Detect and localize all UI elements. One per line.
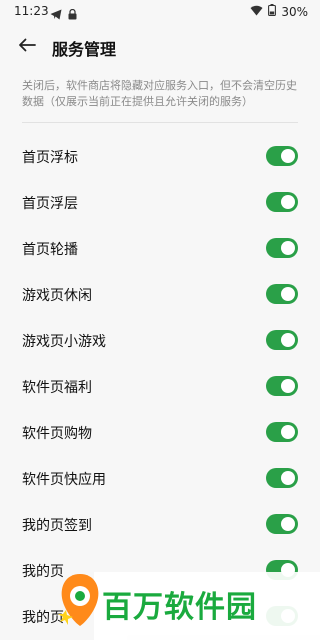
battery-percent: 30% [281,4,308,19]
battery-icon [268,4,277,19]
setting-label: 软件页购物 [22,426,92,442]
toggle-switch[interactable] [266,238,298,258]
setting-row: 首页浮层 [0,180,320,226]
arrow-left-icon [18,37,36,56]
setting-row: 游戏页小游戏 [0,318,320,364]
setting-label: 首页轮播 [22,242,78,258]
toggle-knob [281,149,295,163]
watermark-logo-icon [54,570,106,632]
setting-label: 游戏页休闲 [22,288,92,304]
toggle-switch[interactable] [266,146,298,166]
toggle-knob [281,195,295,209]
watermark: 百万软件园 [54,568,320,640]
setting-row: 软件页快应用 [0,456,320,502]
setting-row: 软件页购物 [0,410,320,456]
watermark-text: 百万软件园 [102,590,257,625]
status-icons-left [50,5,77,24]
back-button[interactable] [14,34,40,58]
setting-row: 首页浮标 [0,134,320,180]
toggle-knob [281,333,295,347]
toggle-knob [281,471,295,485]
setting-label: 首页浮层 [22,196,78,212]
setting-label: 我的页签到 [22,518,92,534]
wifi-icon [250,5,263,19]
service-description: 关闭后，软件商店将隐藏对应服务入口，但不会清空历史数据（仅展示当前正在提供且允许… [22,79,297,108]
toggle-switch[interactable] [266,330,298,350]
toggle-switch[interactable] [266,376,298,396]
service-list: 首页浮标 首页浮层 首页轮播 游戏页休闲 游戏页小游戏 软件页福利 软件页购物 … [0,134,320,640]
toggle-switch[interactable] [266,468,298,488]
toggle-knob [281,287,295,301]
header: 服务管理 [0,28,320,64]
toggle-switch[interactable] [266,422,298,442]
setting-label: 游戏页小游戏 [22,334,106,350]
toggle-knob [281,425,295,439]
setting-row: 软件页福利 [0,364,320,410]
lock-icon [68,5,77,24]
page-title: 服务管理 [52,40,117,59]
toggle-switch[interactable] [266,192,298,212]
toggle-switch[interactable] [266,514,298,534]
setting-label: 首页浮标 [22,150,78,166]
toggle-switch[interactable] [266,284,298,304]
setting-label: 软件页福利 [22,380,92,396]
divider [22,122,298,123]
status-icons-right: 30% [250,4,308,19]
toggle-knob [281,379,295,393]
toggle-knob [281,517,295,531]
setting-row: 首页轮播 [0,226,320,272]
setting-label: 软件页快应用 [22,472,106,488]
toggle-knob [281,241,295,255]
setting-row: 我的页签到 [0,502,320,548]
status-time: 11:23 [14,4,49,18]
setting-row: 游戏页休闲 [0,272,320,318]
status-bar: 11:23 30% [0,0,320,24]
telegram-icon [50,5,62,24]
